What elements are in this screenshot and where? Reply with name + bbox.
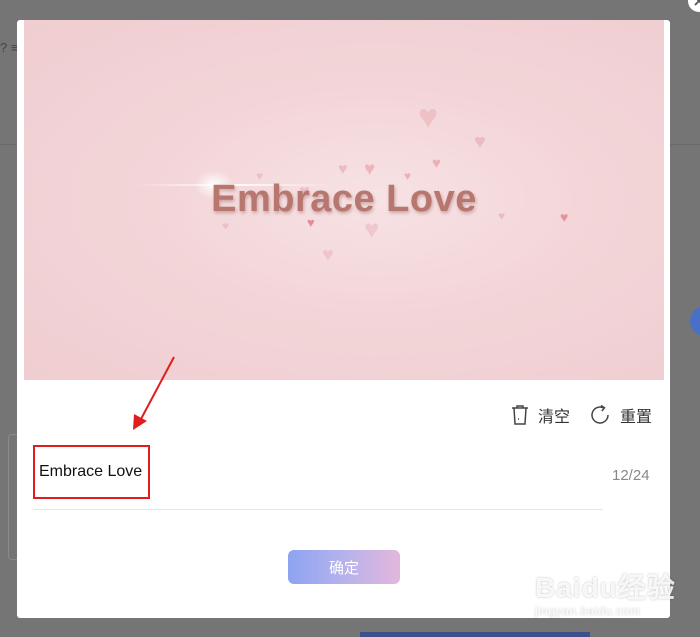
annotation-arrow <box>133 356 175 430</box>
watermark-url: jingyan.baidu.com <box>535 604 641 618</box>
watermark: Baidu经验 jingyan.baidu.com <box>535 566 676 618</box>
watermark-logo: Baidu经验 <box>535 572 676 603</box>
